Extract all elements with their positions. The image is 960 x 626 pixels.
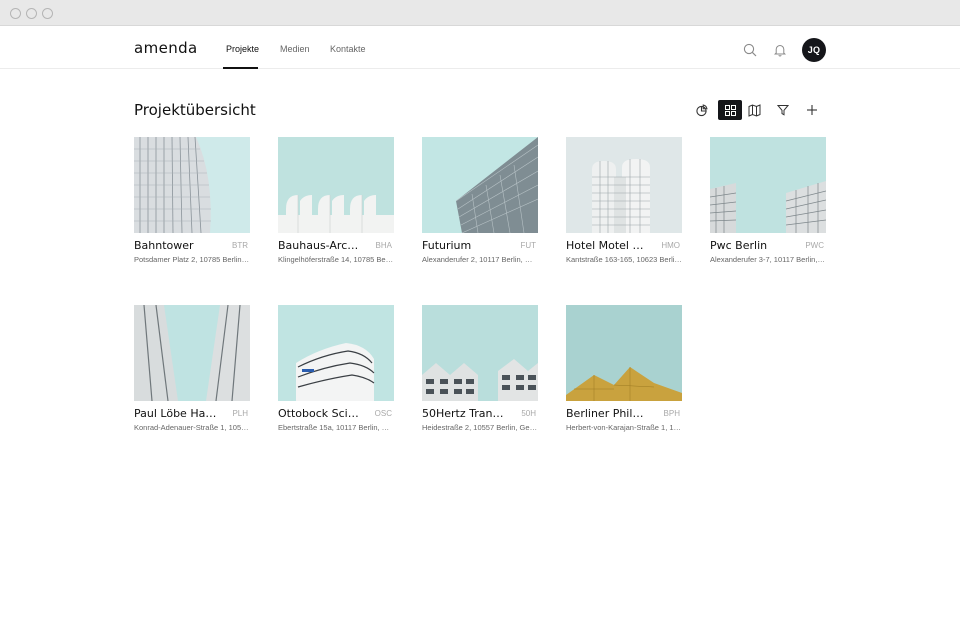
project-address: Ebertstraße 15a, 10117 Berlin, Germany — [278, 423, 394, 432]
project-card[interactable]: Futurium FUT Alexanderufer 2, 10117 Berl… — [422, 137, 538, 264]
bell-icon[interactable] — [771, 41, 789, 59]
project-card[interactable]: Ottobock Science Center OSC Ebertstraße … — [278, 305, 394, 432]
chart-icon[interactable] — [690, 100, 712, 120]
window-maximize-button[interactable] — [42, 8, 53, 19]
project-name: Paul Löbe Haus — [134, 407, 218, 420]
project-image-philharmonie — [566, 305, 682, 401]
project-image-bauhaus-archiv — [278, 137, 394, 233]
project-address: Klingelhöferstraße 14, 10785 Berlin, Ger… — [278, 255, 394, 264]
tab-kontakte[interactable]: Kontakte — [330, 44, 366, 54]
project-name: 50Hertz Transmission — [422, 407, 506, 420]
project-name: Bahntower — [134, 239, 194, 252]
project-address: Heidestraße 2, 10557 Berlin, Germany — [422, 423, 538, 432]
project-code: BHA — [375, 241, 392, 250]
project-card[interactable]: Bahntower BTR Potsdamer Platz 2, 10785 B… — [134, 137, 250, 264]
project-address: Potsdamer Platz 2, 10785 Berlin, Germany — [134, 255, 250, 264]
project-code: PLH — [232, 409, 248, 418]
project-name: Hotel Motel One — [566, 239, 650, 252]
project-image-bahntower — [134, 137, 250, 233]
project-address: Alexanderufer 2, 10117 Berlin, Germany — [422, 255, 538, 264]
project-image-hotel-motel-one — [566, 137, 682, 233]
window-titlebar — [0, 0, 960, 26]
project-card[interactable]: Berliner Philharmonie BPH Herbert-von-Ka… — [566, 305, 682, 432]
tab-projekte[interactable]: Projekte — [226, 44, 259, 54]
project-name: Berliner Philharmonie — [566, 407, 650, 420]
project-name: Pwc Berlin — [710, 239, 768, 252]
search-icon[interactable] — [741, 41, 759, 59]
project-code: 50H — [521, 409, 536, 418]
active-tab-indicator — [223, 67, 258, 69]
project-card[interactable]: Bauhaus-Archiv BHA Klingelhöferstraße 14… — [278, 137, 394, 264]
project-code: HMO — [661, 241, 680, 250]
grid-view-icon[interactable] — [718, 100, 742, 120]
filter-icon[interactable] — [772, 100, 794, 120]
project-code: BPH — [663, 409, 680, 418]
project-image-50hertz — [422, 305, 538, 401]
project-card[interactable]: Paul Löbe Haus PLH Konrad-Adenauer-Straß… — [134, 305, 250, 432]
project-code: BTR — [232, 241, 248, 250]
project-image-futurium — [422, 137, 538, 233]
project-card[interactable]: Hotel Motel One HMO Kantstraße 163-165, … — [566, 137, 682, 264]
window-close-button[interactable] — [10, 8, 21, 19]
map-view-icon[interactable] — [743, 100, 765, 120]
app-logo[interactable]: amenda — [134, 39, 198, 57]
project-card[interactable]: 50Hertz Transmission 50H Heidestraße 2, … — [422, 305, 538, 432]
window-minimize-button[interactable] — [26, 8, 37, 19]
project-code: OSC — [374, 409, 392, 418]
project-name: Bauhaus-Archiv — [278, 239, 362, 252]
project-code: PWC — [805, 241, 824, 250]
project-address: Herbert-von-Karajan-Straße 1, 10785 Berl… — [566, 423, 682, 432]
user-avatar[interactable]: JQ — [802, 38, 826, 62]
project-card[interactable]: Pwc Berlin PWC Alexanderufer 3-7, 10117 … — [710, 137, 826, 264]
project-address: Kantstraße 163-165, 10623 Berlin, German… — [566, 255, 682, 264]
project-image-ottobock — [278, 305, 394, 401]
project-image-pwc-berlin — [710, 137, 826, 233]
project-name: Futurium — [422, 239, 472, 252]
tab-medien[interactable]: Medien — [280, 44, 310, 54]
project-address: Alexanderufer 3-7, 10117 Berlin, Germany — [710, 255, 826, 264]
project-code: FUT — [520, 241, 536, 250]
add-icon[interactable] — [801, 100, 823, 120]
project-address: Konrad-Adenauer-Straße 1, 10557 Berlin, … — [134, 423, 250, 432]
project-name: Ottobock Science Center — [278, 407, 362, 420]
page-title: Projektübersicht — [134, 101, 256, 119]
project-image-paul-loebe-haus — [134, 305, 250, 401]
